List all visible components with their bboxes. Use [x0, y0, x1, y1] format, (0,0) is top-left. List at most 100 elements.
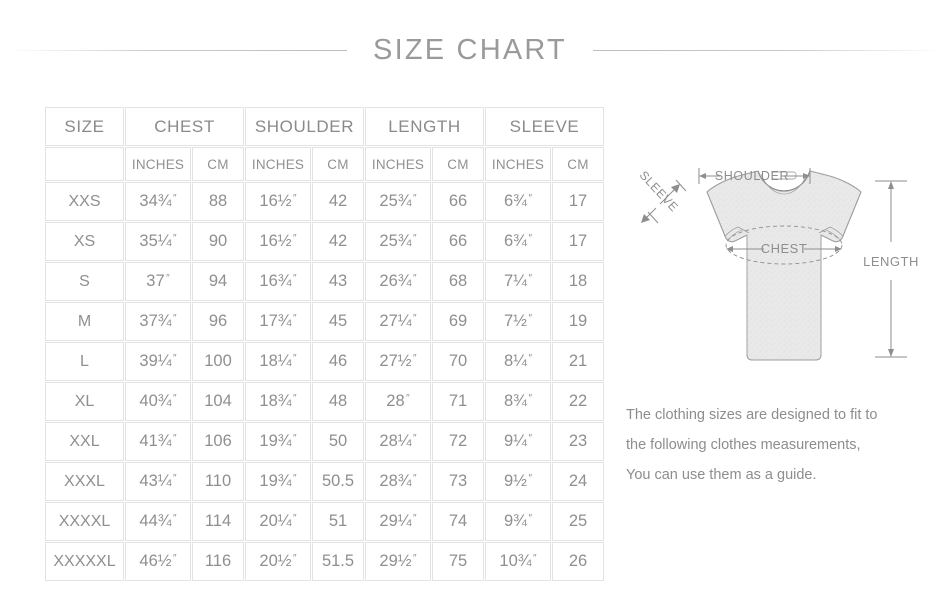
inch-mark: ″ — [528, 512, 532, 524]
cell-shoulder-in: 17¾ ″ — [245, 302, 311, 341]
inch-mark: ″ — [528, 432, 532, 444]
table-unit-header-row: INCHES CM INCHES CM INCHES CM INCHES CM — [45, 147, 604, 181]
inch-mark: ″ — [293, 312, 297, 324]
inch-mark: ″ — [293, 552, 297, 564]
table-group-header-row: SIZE CHEST SHOULDER LENGTH SLEEVE — [45, 107, 604, 146]
cell-sleeve-cm: 26 — [552, 542, 604, 581]
cell-shoulder-in: 18¾ ″ — [245, 382, 311, 421]
cell-sleeve-in: 6¾ ″ — [485, 222, 551, 261]
unit-header-sleeve-inches: INCHES — [485, 147, 551, 181]
table-row: XXXXL 44¾ ″ 114 20¼ ″ 51 29¼ ″ 74 9¾ ″ 25 — [45, 502, 604, 541]
inch-mark: ″ — [173, 232, 177, 244]
cell-length-in: 28¼ ″ — [365, 422, 431, 461]
column-header-sleeve: SLEEVE — [485, 107, 604, 146]
cell-length-in: 26¾ ″ — [365, 262, 431, 301]
cell-sleeve-in: 8¾ ″ — [485, 382, 551, 421]
cell-size: L — [45, 342, 124, 381]
cell-shoulder-cm: 50.5 — [312, 462, 364, 501]
unit-header-shoulder-inches: INCHES — [245, 147, 311, 181]
unit-header-length-inches: INCHES — [365, 147, 431, 181]
inch-mark: ″ — [528, 192, 532, 204]
cell-shoulder-in: 20½ ″ — [245, 542, 311, 581]
table-row: M 37¾ ″ 96 17¾ ″ 45 27¼ ″ 69 7½ ″ 19 — [45, 302, 604, 341]
inch-mark: ″ — [293, 272, 297, 284]
cell-chest-in: 37 ″ — [125, 262, 191, 301]
cell-chest-cm: 94 — [192, 262, 244, 301]
inch-mark: ″ — [173, 432, 177, 444]
cell-size: M — [45, 302, 124, 341]
cell-length-in: 29½ ″ — [365, 542, 431, 581]
inch-mark: ″ — [293, 432, 297, 444]
size-chart-body: XXS 34¾ ″ 88 16½ ″ 42 25¾ ″ 66 6¾ ″ 17 XS 35¼ ″ 90 16½ ″ 42… — [45, 182, 604, 581]
inch-mark: ″ — [528, 272, 532, 284]
inch-mark: ″ — [413, 312, 417, 324]
inch-mark: ″ — [528, 232, 532, 244]
cell-sleeve-in: 9½ ″ — [485, 462, 551, 501]
inch-mark: ″ — [173, 552, 177, 564]
cell-sleeve-in: 10¾ ″ — [485, 542, 551, 581]
title-rule-right — [592, 49, 943, 51]
inch-mark: ″ — [528, 352, 532, 364]
cell-shoulder-in: 16½ ″ — [245, 222, 311, 261]
cell-chest-cm: 96 — [192, 302, 244, 341]
tshirt-measurement-diagram: CHEST SHOULDER SLEEVE LENGTH — [612, 150, 942, 385]
cell-chest-cm: 88 — [192, 182, 244, 221]
cell-length-cm: 70 — [432, 342, 484, 381]
cell-shoulder-cm: 43 — [312, 262, 364, 301]
cell-sleeve-cm: 17 — [552, 222, 604, 261]
cell-shoulder-cm: 42 — [312, 222, 364, 261]
cell-length-cm: 74 — [432, 502, 484, 541]
inch-mark: ″ — [413, 352, 417, 364]
chest-label: CHEST — [761, 241, 808, 256]
cell-sleeve-cm: 18 — [552, 262, 604, 301]
cell-length-cm: 72 — [432, 422, 484, 461]
caption-line-1: The clothing sizes are designed to fit t… — [626, 407, 878, 423]
inch-mark: ″ — [413, 432, 417, 444]
tshirt-illustration — [706, 170, 862, 361]
cell-length-cm: 68 — [432, 262, 484, 301]
cell-chest-in: 34¾ ″ — [125, 182, 191, 221]
cell-length-in: 25¾ ″ — [365, 182, 431, 221]
cell-length-cm: 75 — [432, 542, 484, 581]
cell-length-in: 28¾ ″ — [365, 462, 431, 501]
inch-mark: ″ — [173, 192, 177, 204]
cell-sleeve-cm: 25 — [552, 502, 604, 541]
table-row: XXL 41¾ ″ 106 19¾ ″ 50 28¼ ″ 72 9¼ ″ 23 — [45, 422, 604, 461]
inch-mark: ″ — [173, 392, 177, 404]
cell-chest-in: 41¾ ″ — [125, 422, 191, 461]
cell-sleeve-cm: 19 — [552, 302, 604, 341]
inch-mark: ″ — [413, 472, 417, 484]
cell-shoulder-cm: 51 — [312, 502, 364, 541]
title-rule-left — [7, 49, 348, 51]
cell-size: S — [45, 262, 124, 301]
inch-mark: ″ — [413, 232, 417, 244]
cell-shoulder-in: 16¾ ″ — [245, 262, 311, 301]
inch-mark: ″ — [293, 512, 297, 524]
cell-chest-cm: 100 — [192, 342, 244, 381]
table-row: S 37 ″ 94 16¾ ″ 43 26¾ ″ 68 7¼ ″ 18 — [45, 262, 604, 301]
cell-length-in: 27¼ ″ — [365, 302, 431, 341]
cell-shoulder-cm: 50 — [312, 422, 364, 461]
inch-mark: ″ — [528, 312, 532, 324]
shoulder-label: SHOULDER — [715, 169, 789, 183]
table-row: XXS 34¾ ″ 88 16½ ″ 42 25¾ ″ 66 6¾ ″ 17 — [45, 182, 604, 221]
inch-mark: ″ — [413, 512, 417, 524]
cell-sleeve-cm: 17 — [552, 182, 604, 221]
cell-size: XXL — [45, 422, 124, 461]
table-row: L 39¼ ″ 100 18¼ ″ 46 27½ ″ 70 8¼ ″ 21 — [45, 342, 604, 381]
table-row: XXXL 43¼ ″ 110 19¾ ″ 50.5 28¾ ″ 73 9½ ″ 24 — [45, 462, 604, 501]
unit-header-chest-inches: INCHES — [125, 147, 191, 181]
cell-chest-cm: 90 — [192, 222, 244, 261]
cell-size: XXXXL — [45, 502, 124, 541]
cell-chest-cm: 104 — [192, 382, 244, 421]
column-header-chest: CHEST — [125, 107, 244, 146]
cell-size: XXXL — [45, 462, 124, 501]
inch-mark: ″ — [293, 232, 297, 244]
cell-sleeve-cm: 23 — [552, 422, 604, 461]
cell-chest-cm: 110 — [192, 462, 244, 501]
column-header-shoulder: SHOULDER — [245, 107, 364, 146]
cell-shoulder-in: 20¼ ″ — [245, 502, 311, 541]
inch-mark: ″ — [528, 392, 532, 404]
cell-shoulder-in: 19¾ ″ — [245, 422, 311, 461]
table-row: XS 35¼ ″ 90 16½ ″ 42 25¾ ″ 66 6¾ ″ 17 — [45, 222, 604, 261]
